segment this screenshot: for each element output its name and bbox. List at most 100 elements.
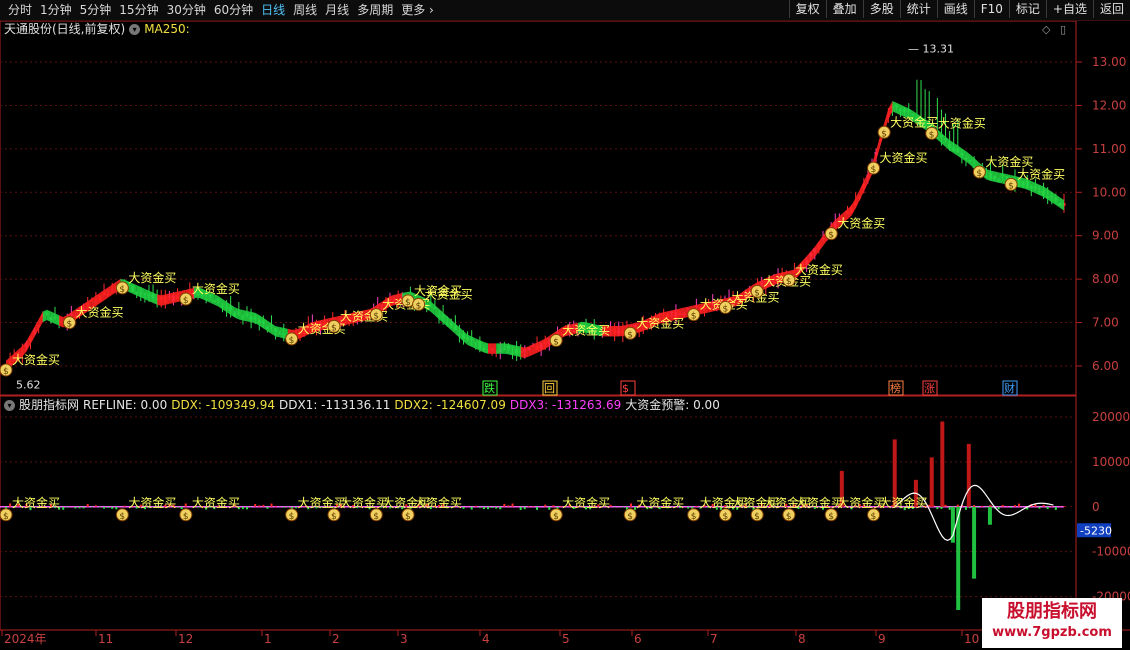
toolbar-button-7[interactable]: +自选: [1045, 0, 1093, 18]
money-bag-glyph: $: [722, 512, 728, 522]
ma-ribbon-segment: [59, 315, 64, 328]
toolbar-button-6[interactable]: 标记: [1008, 0, 1046, 18]
period-tab-6[interactable]: 日线: [257, 2, 289, 18]
ma-ribbon-segment: [161, 294, 166, 306]
buy-signal-label: 大资金买: [880, 150, 928, 165]
ma-ribbon-segment: [953, 142, 958, 156]
x-axis-label-6: 4: [482, 632, 490, 646]
x-axis-label-3: 1: [264, 632, 272, 646]
ma-ribbon-segment: [475, 338, 480, 351]
money-bag-glyph: $: [3, 512, 9, 522]
money-bag-glyph: $: [754, 512, 760, 522]
toolbar-button-2[interactable]: 多股: [862, 0, 900, 18]
ma-ribbon-segment: [218, 296, 223, 310]
money-bag-glyph: $: [289, 512, 295, 522]
ma-ribbon-segment: [949, 140, 954, 154]
ma-ribbon-segment: [970, 154, 975, 169]
ma-ribbon-segment: [148, 290, 154, 303]
main-tick-label-4: 9.00: [1092, 229, 1119, 243]
buy-signal-label: 大资金买: [192, 281, 240, 296]
event-marker-2: $: [622, 382, 629, 395]
money-bag-glyph: $: [373, 512, 379, 522]
period-tab-4[interactable]: 30分钟: [163, 2, 210, 18]
sub-buy-signal-label: 大资金买: [298, 495, 346, 510]
sub-tick-label-1: 10000: [1092, 455, 1130, 469]
sub-tick-label-3: -10000: [1092, 545, 1130, 559]
money-bag-glyph: $: [119, 285, 125, 295]
period-tab-7[interactable]: 周线: [289, 2, 321, 18]
ma-ribbon-segment: [618, 325, 623, 337]
ma-ribbon-segment: [1059, 197, 1064, 211]
ma-ribbon-segment: [42, 309, 47, 323]
ma-ribbon-segment: [851, 197, 856, 216]
x-axis-label-9: 7: [710, 632, 718, 646]
ma-ribbon-segment: [528, 344, 533, 357]
period-tab-10[interactable]: 更多 ›: [397, 2, 438, 18]
refline-value: REFLINE: 0.00: [83, 398, 168, 412]
ma250-label: MA250:: [144, 22, 190, 36]
ma-ribbon-segment: [1031, 181, 1036, 194]
ma-ribbon-segment: [459, 327, 464, 342]
ma-ribbon-segment: [251, 311, 256, 324]
watermark-title: 股朋指标网: [1007, 601, 1097, 622]
ma-ribbon-segment: [439, 308, 444, 323]
ma-ribbon-segment: [230, 304, 235, 318]
buy-signal-label: 大资金买: [938, 115, 986, 130]
period-tab-0[interactable]: 分时: [4, 2, 36, 18]
sub-buy-signal-label: 大资金买: [636, 495, 684, 510]
toolbar-button-8[interactable]: 返回: [1092, 0, 1130, 18]
chevron-down-icon[interactable]: ▾: [4, 399, 15, 411]
ma-ribbon-segment: [255, 312, 260, 326]
ma-ribbon-segment: [99, 290, 105, 304]
money-bag-glyph: $: [3, 367, 9, 377]
event-marker-4: 涨: [924, 382, 935, 395]
sub-buy-signal-label: 大资金买: [12, 495, 60, 510]
ma-ribbon-segment: [961, 148, 966, 162]
toolbar-button-3[interactable]: 统计: [899, 0, 937, 18]
ma-ribbon-segment: [990, 170, 995, 182]
event-marker-1: 回: [544, 382, 555, 395]
ma-ribbon-segment: [247, 310, 252, 323]
main-tick-label-7: 6.00: [1092, 359, 1119, 373]
money-bag-glyph: $: [183, 512, 189, 522]
ma-ribbon-segment: [447, 316, 452, 331]
period-tab-1[interactable]: 1分钟: [36, 2, 76, 18]
money-bag-glyph: $: [976, 169, 982, 179]
stock-title[interactable]: 天通股份(日线,前复权): [4, 21, 125, 37]
ma-ribbon-segment: [467, 334, 472, 347]
sub-buy-signal-label: 大资金买: [795, 495, 843, 510]
ma-ribbon-segment: [108, 284, 113, 298]
ma-ribbon-segment: [488, 343, 493, 354]
money-bag-glyph: $: [553, 512, 559, 522]
toolbar-button-5[interactable]: F10: [973, 0, 1009, 18]
x-axis-label-4: 2: [332, 632, 340, 646]
money-bag-glyph: $: [183, 296, 189, 306]
x-axis-label-10: 8: [798, 632, 806, 646]
sub-buy-signal-label: 大资金买: [340, 495, 388, 510]
toolbar-button-0[interactable]: 复权: [788, 0, 826, 18]
ma-ribbon-segment: [132, 283, 137, 296]
ma-ribbon-segment: [896, 102, 901, 116]
period-tabs: 分时 1分钟 5分钟 15分钟 30分钟 60分钟 日线 周线 月线 多周期 更多 ›: [4, 2, 438, 18]
ma-ribbon-segment: [173, 291, 178, 303]
period-tab-2[interactable]: 5分钟: [76, 2, 116, 18]
period-tab-8[interactable]: 月线: [321, 2, 353, 18]
chevron-down-icon[interactable]: ▾: [129, 23, 141, 35]
site-watermark: 股朋指标网 www.7gpzb.com: [982, 598, 1122, 648]
period-tab-9[interactable]: 多周期: [353, 2, 397, 18]
period-tab-3[interactable]: 15分钟: [115, 2, 162, 18]
indicator-name[interactable]: 股朋指标网: [19, 397, 79, 413]
ma-ribbon-segment: [222, 298, 227, 313]
money-bag-glyph: $: [691, 312, 697, 322]
toolbar-button-4[interactable]: 画线: [936, 0, 974, 18]
toolbar-button-1[interactable]: 叠加: [825, 0, 863, 18]
period-tab-5[interactable]: 60分钟: [210, 2, 257, 18]
event-marker-3: 榜: [890, 381, 901, 395]
sub-buy-signal-label: 大资金买: [837, 495, 885, 510]
chart-canvas: 13.00 12.00 11.00 10.00 9.00 8.00 7.00 6.00 2000…: [0, 20, 1130, 646]
ma-ribbon-segment: [859, 181, 864, 200]
ma-ribbon-segment: [271, 323, 276, 337]
money-bag-glyph: $: [828, 512, 834, 522]
ma-ribbon-segment: [508, 343, 513, 356]
top-toolbar: 分时 1分钟 5分钟 15分钟 30分钟 60分钟 日线 周线 月线 多周期 更多 › 复权 叠加 多股…: [0, 0, 1130, 21]
